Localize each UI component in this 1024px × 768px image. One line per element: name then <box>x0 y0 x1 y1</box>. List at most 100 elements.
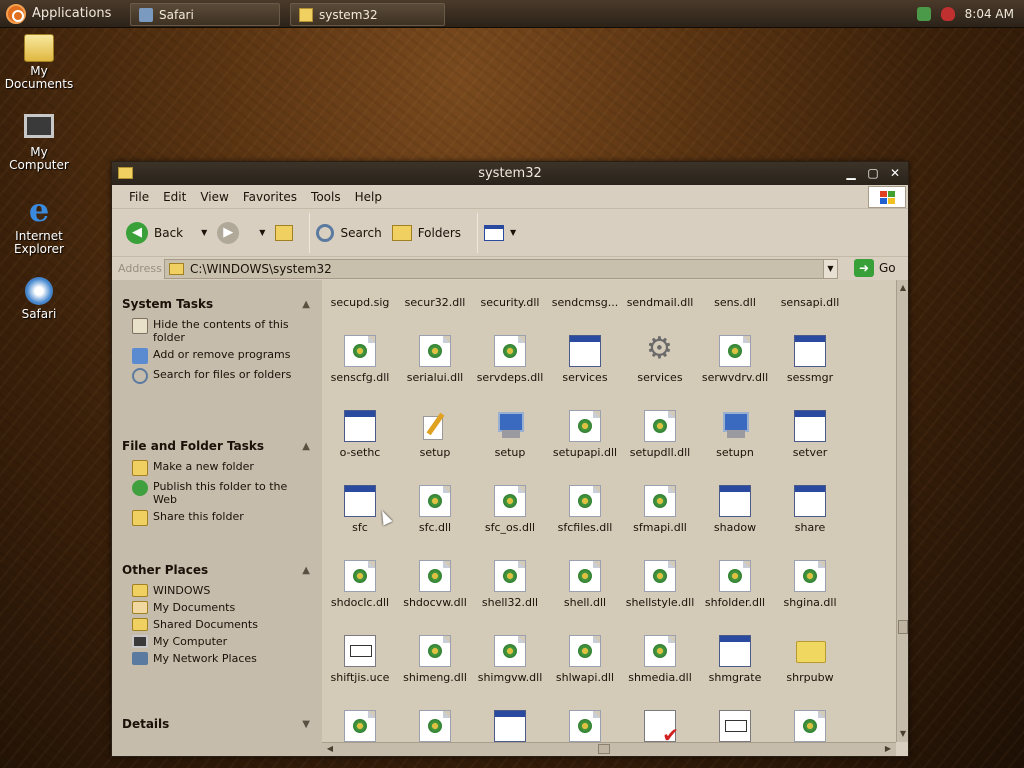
file-item[interactable]: serwvdrv.dll <box>697 335 773 384</box>
scroll-left-icon[interactable]: ◀ <box>324 743 336 755</box>
file-item[interactable]: shrpubw <box>772 635 848 684</box>
place-network[interactable]: My Network Places <box>118 652 314 665</box>
collapse-icon[interactable]: ▲ <box>302 299 314 310</box>
file-item[interactable]: sendmail.dll <box>622 280 698 309</box>
file-item[interactable]: setver <box>772 410 848 459</box>
file-item[interactable] <box>547 710 623 742</box>
file-item[interactable]: sfcfiles.dll <box>547 485 623 534</box>
network-icon[interactable] <box>916 7 931 21</box>
file-item[interactable]: shell32.dll <box>472 560 548 609</box>
details-header[interactable]: Details ▼ <box>118 714 314 734</box>
horizontal-scroll-thumb[interactable] <box>598 744 610 754</box>
applications-menu[interactable]: Applications <box>0 0 125 28</box>
file-item[interactable]: services <box>547 335 623 384</box>
file-item[interactable]: shgina.dll <box>772 560 848 609</box>
menu-edit[interactable]: Edit <box>156 190 193 204</box>
scroll-down-icon[interactable]: ▼ <box>897 728 909 740</box>
file-item[interactable] <box>472 710 548 742</box>
file-item[interactable]: setupn <box>697 410 773 459</box>
folders-button[interactable]: Folders <box>391 224 461 241</box>
vertical-scrollbar[interactable]: ▲ ▼ <box>896 280 908 742</box>
file-item[interactable]: sfc.dll <box>397 485 473 534</box>
address-input[interactable]: C:\WINDOWS\system32 ▼ <box>164 259 838 279</box>
file-item[interactable]: setupapi.dll <box>547 410 623 459</box>
file-item[interactable]: shfolder.dll <box>697 560 773 609</box>
file-folder-tasks-header[interactable]: File and Folder Tasks ▲ <box>118 436 314 456</box>
forward-button[interactable]: ▶ ▼ <box>217 221 265 244</box>
menu-file[interactable]: File <box>122 190 156 204</box>
file-item[interactable]: services <box>622 331 698 384</box>
file-item[interactable]: shimeng.dll <box>397 635 473 684</box>
file-item[interactable]: serialui.dll <box>397 335 473 384</box>
collapse-icon[interactable]: ▲ <box>302 441 314 452</box>
file-item[interactable]: shiftjis.uce <box>322 635 398 684</box>
file-item[interactable]: servdeps.dll <box>472 335 548 384</box>
menu-favorites[interactable]: Favorites <box>236 190 304 204</box>
scroll-up-icon[interactable]: ▲ <box>897 282 909 294</box>
horizontal-scrollbar[interactable]: ◀ ▶ <box>322 742 896 756</box>
scroll-right-icon[interactable]: ▶ <box>882 743 894 755</box>
task-search[interactable]: Search for files or folders <box>118 368 314 384</box>
file-item[interactable]: share <box>772 485 848 534</box>
desktop-icon-my-computer[interactable]: My Computer <box>0 110 78 172</box>
taskbar-system32[interactable]: system32 <box>290 3 445 26</box>
file-item[interactable]: shdocvw.dll <box>397 560 473 609</box>
place-my-computer[interactable]: My Computer <box>118 635 314 648</box>
file-item[interactable]: shmgrate <box>697 635 773 684</box>
file-item[interactable]: setup <box>472 410 548 459</box>
back-button[interactable]: ◀ Back ▼ <box>126 221 207 244</box>
task-new-folder[interactable]: Make a new folder <box>118 460 314 476</box>
file-item[interactable] <box>397 710 473 742</box>
taskbar-safari[interactable]: Safari <box>130 3 280 26</box>
file-item[interactable]: shlwapi.dll <box>547 635 623 684</box>
menu-view[interactable]: View <box>193 190 235 204</box>
task-add-remove[interactable]: Add or remove programs <box>118 348 314 364</box>
task-hide-contents[interactable]: Hide the contents of this folder <box>118 318 314 344</box>
expand-icon[interactable]: ▼ <box>302 719 314 730</box>
chevron-down-icon[interactable]: ▼ <box>259 228 265 237</box>
close-icon[interactable]: ✕ <box>888 166 902 180</box>
file-item[interactable]: senscfg.dll <box>322 335 398 384</box>
file-item[interactable]: secupd.sig <box>322 280 398 309</box>
file-item[interactable]: sensapi.dll <box>772 280 848 309</box>
system-tasks-header[interactable]: System Tasks ▲ <box>118 294 314 314</box>
file-item[interactable]: shdoclc.dll <box>322 560 398 609</box>
file-item[interactable]: shmedia.dll <box>622 635 698 684</box>
file-item[interactable]: setup <box>397 410 473 459</box>
file-item[interactable]: security.dll <box>472 280 548 309</box>
go-button[interactable]: ➜ Go <box>854 259 896 277</box>
shield-icon[interactable] <box>940 7 955 21</box>
menu-help[interactable]: Help <box>348 190 389 204</box>
address-dropdown-icon[interactable]: ▼ <box>823 260 837 278</box>
file-item[interactable]: shell.dll <box>547 560 623 609</box>
desktop-icon-internet-explorer[interactable]: e Internet Explorer <box>0 193 78 256</box>
maximize-icon[interactable]: ▢ <box>866 166 880 180</box>
place-my-documents[interactable]: My Documents <box>118 601 314 614</box>
place-windows[interactable]: WINDOWS <box>118 584 314 597</box>
file-item[interactable]: secur32.dll <box>397 280 473 309</box>
task-share-folder[interactable]: Share this folder <box>118 510 314 526</box>
minimize-icon[interactable]: ▁ <box>844 166 858 180</box>
file-item[interactable]: sessmgr <box>772 335 848 384</box>
file-item[interactable] <box>772 710 848 742</box>
views-button[interactable]: ▼ <box>484 224 516 241</box>
window-titlebar[interactable]: system32 ▁ ▢ ✕ <box>112 162 908 185</box>
file-item[interactable] <box>622 710 698 742</box>
task-publish-web[interactable]: Publish this folder to the Web <box>118 480 314 506</box>
file-item[interactable]: shimgvw.dll <box>472 635 548 684</box>
file-item[interactable]: o-sethc <box>322 410 398 459</box>
file-item[interactable]: sfc_os.dll <box>472 485 548 534</box>
menu-tools[interactable]: Tools <box>304 190 348 204</box>
file-item[interactable]: setupdll.dll <box>622 410 698 459</box>
file-item[interactable]: sendcmsg... <box>547 280 623 309</box>
vertical-scroll-thumb[interactable] <box>898 620 908 634</box>
file-item[interactable] <box>697 710 773 742</box>
search-button[interactable]: Search <box>316 223 382 242</box>
clock[interactable]: 8:04 AM <box>965 7 1014 21</box>
file-list[interactable]: secupd.sig secur32.dll security.dll sendcms… <box>322 280 896 742</box>
place-shared-documents[interactable]: Shared Documents <box>118 618 314 631</box>
collapse-icon[interactable]: ▲ <box>302 565 314 576</box>
file-item[interactable]: sfmapi.dll <box>622 485 698 534</box>
chevron-down-icon[interactable]: ▼ <box>201 228 207 237</box>
file-item[interactable]: shellstyle.dll <box>622 560 698 609</box>
